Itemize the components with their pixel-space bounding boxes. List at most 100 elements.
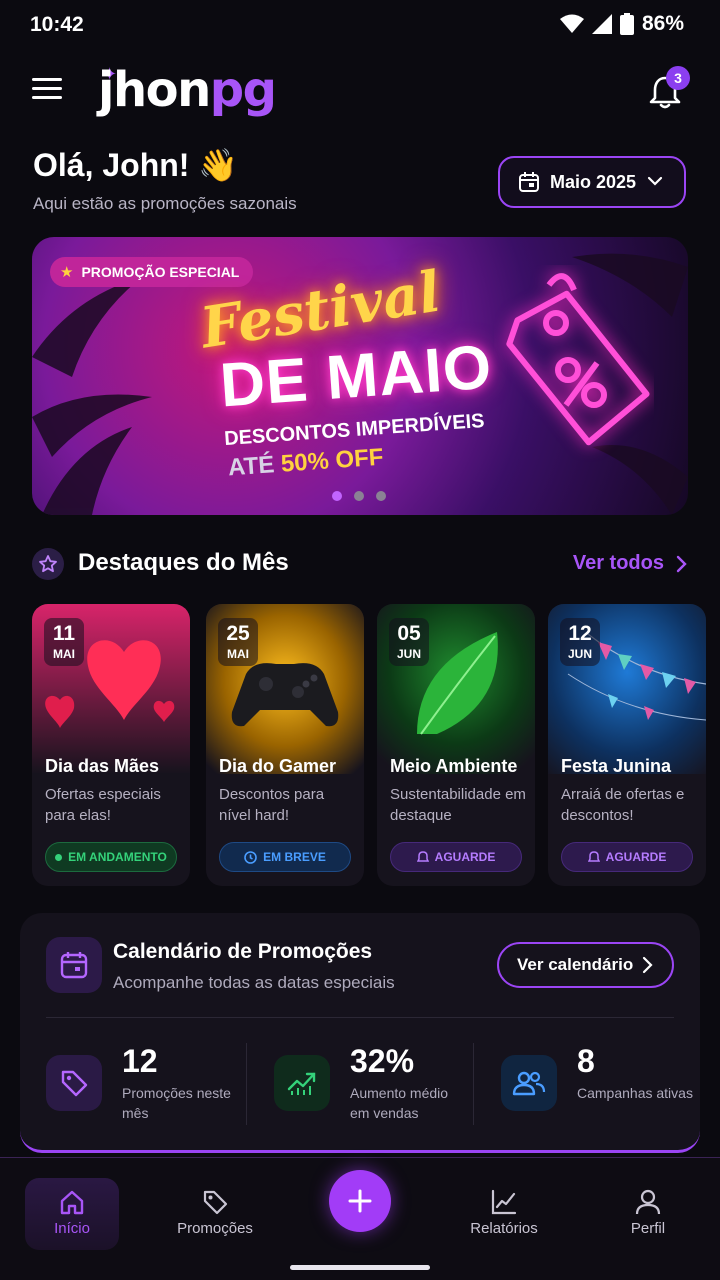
star-icon: ★	[60, 264, 74, 281]
highlights-header: Destaques do Mês Ver todos	[32, 546, 688, 582]
date-day: 25	[226, 622, 250, 645]
divider	[473, 1043, 474, 1125]
logo-text-1: jhon	[98, 62, 211, 118]
date-month: MAI	[227, 647, 249, 661]
card-title: Dia das Mães	[45, 756, 160, 776]
stat-sales: 32% Aumento médio em vendas	[274, 1041, 474, 1131]
calendar-title: Calendário de Promoções	[113, 940, 373, 963]
menu-icon-line	[32, 87, 62, 90]
date-day: 11	[52, 622, 76, 645]
special-promo-badge: ★ PROMOÇÃO ESPECIAL	[50, 257, 254, 287]
nav-label: Relatórios	[470, 1220, 538, 1237]
stat-value: 32%	[350, 1043, 415, 1079]
nav-promotions[interactable]: Promoções	[168, 1178, 262, 1250]
users-icon	[501, 1055, 557, 1111]
status-badge: AGUARDE	[390, 842, 522, 872]
logo-text-2: pg	[209, 62, 277, 118]
date-month: MAI	[53, 647, 75, 661]
banner-50-off: 50% OFF	[279, 443, 385, 478]
percent-tag-icon	[506, 273, 650, 446]
card-description: Ofertas especiais para elas!	[45, 786, 161, 824]
month-picker[interactable]: Maio 2025	[498, 156, 686, 208]
calendar-icon	[519, 172, 539, 192]
battery-icon	[619, 13, 634, 35]
date-month: JUN	[567, 647, 592, 661]
banner-ate-text: ATÉ	[227, 450, 282, 482]
menu-button[interactable]	[32, 78, 62, 104]
highlight-card[interactable]: 11 MAI Dia das Mães Ofertas especiais par…	[32, 604, 190, 886]
stat-value: 12	[122, 1043, 158, 1079]
greeting-subtitle: Aqui estão as promoções sazonais	[33, 194, 297, 213]
card-title: Festa Junina	[561, 756, 672, 776]
nav-profile[interactable]: Perfil	[601, 1178, 695, 1250]
chart-icon	[491, 1189, 517, 1215]
signal-icon	[591, 14, 612, 34]
date-day: 05	[397, 622, 421, 645]
divider	[246, 1043, 247, 1125]
home-indicator	[290, 1265, 430, 1270]
stat-value: 8	[577, 1043, 595, 1079]
star-outline-icon	[32, 548, 64, 580]
stat-label: Campanhas ativas	[577, 1085, 693, 1101]
home-icon	[60, 1190, 84, 1215]
card-title: Dia do Gamer	[219, 756, 337, 776]
card-description: Descontos para nível hard!	[219, 786, 325, 824]
highlights-carousel[interactable]: 11 MAI Dia das Mães Ofertas especiais par…	[32, 604, 720, 888]
status-time: 10:42	[30, 13, 84, 36]
highlight-card[interactable]: 12 JUN Festa Junina Arraiá de ofertas e d…	[548, 604, 706, 886]
highlight-card[interactable]: 25 MAI Dia do Gamer Descontos para nível …	[206, 604, 364, 886]
status-badge: AGUARDE	[561, 842, 693, 872]
nav-home[interactable]: Início	[25, 1178, 119, 1250]
nav-label: Perfil	[630, 1220, 666, 1237]
promo-calendar-panel: Calendário de Promoções Acompanhe todas …	[20, 913, 700, 1153]
pagination-dot-active[interactable]	[332, 491, 342, 501]
date-badge: 12 JUN	[560, 618, 600, 666]
tag-icon	[203, 1190, 228, 1215]
bottom-navigation: Início Promoções Relatórios Perfil	[0, 1157, 720, 1280]
user-icon	[635, 1189, 661, 1215]
special-promo-label: PROMOÇÃO ESPECIAL	[81, 264, 240, 280]
live-dot-icon	[55, 853, 63, 861]
plus-icon	[348, 1189, 372, 1213]
date-day: 12	[568, 622, 592, 645]
pagination-dot[interactable]	[354, 491, 364, 501]
trending-up-icon	[274, 1055, 330, 1111]
calendar-subtitle: Acompanhe todas as datas especiais	[113, 973, 395, 992]
nav-label: Promoções	[177, 1220, 253, 1237]
nav-reports[interactable]: Relatórios	[457, 1178, 551, 1250]
stat-campaigns: 8 Campanhas ativas	[501, 1041, 693, 1131]
pagination-dot[interactable]	[376, 491, 386, 501]
banner-pagination[interactable]	[332, 491, 386, 501]
bell-small-icon	[587, 850, 600, 862]
view-calendar-label: Ver calendário	[517, 955, 634, 974]
stat-label: Aumento médio em vendas	[350, 1085, 449, 1121]
see-all-link[interactable]: Ver todos	[573, 552, 688, 575]
month-picker-label: Maio 2025	[550, 171, 637, 192]
add-button[interactable]	[329, 1170, 391, 1232]
battery-percent: 86%	[641, 12, 684, 35]
promo-banner[interactable]: ★ PROMOÇÃO ESPECIAL Festival DE MAIO DES…	[32, 237, 688, 515]
date-badge: 11 MAI	[44, 618, 84, 666]
wifi-icon	[559, 14, 584, 33]
date-month: JUN	[396, 647, 421, 661]
highlights-title: Destaques do Mês	[78, 549, 289, 576]
menu-icon	[32, 78, 62, 81]
card-title: Meio Ambiente	[390, 756, 518, 776]
status-badge: EM ANDAMENTO	[45, 842, 177, 872]
app-logo: jhonpg	[98, 62, 277, 118]
view-calendar-button[interactable]: Ver calendário	[497, 942, 674, 988]
chevron-right-icon	[676, 555, 687, 572]
card-description: Sustentabilidade em destaque	[390, 786, 526, 824]
date-badge: 25 MAI	[218, 618, 258, 666]
stat-promotions: 12 Promoções neste mês	[46, 1041, 246, 1131]
app-header: ✦ jhonpg 3	[0, 60, 720, 130]
status-label: AGUARDE	[605, 850, 667, 864]
card-description: Arraiá de ofertas e descontos!	[561, 786, 685, 824]
highlight-card[interactable]: 05 JUN Meio Ambiente Sustentabilidade em …	[377, 604, 535, 886]
calendar-icon	[46, 937, 102, 993]
chevron-right-icon	[642, 956, 653, 974]
stat-label: Promoções neste mês	[122, 1085, 231, 1121]
clock-icon	[244, 850, 257, 864]
status-label: EM ANDAMENTO	[68, 850, 167, 864]
status-label: EM BREVE	[263, 850, 326, 864]
